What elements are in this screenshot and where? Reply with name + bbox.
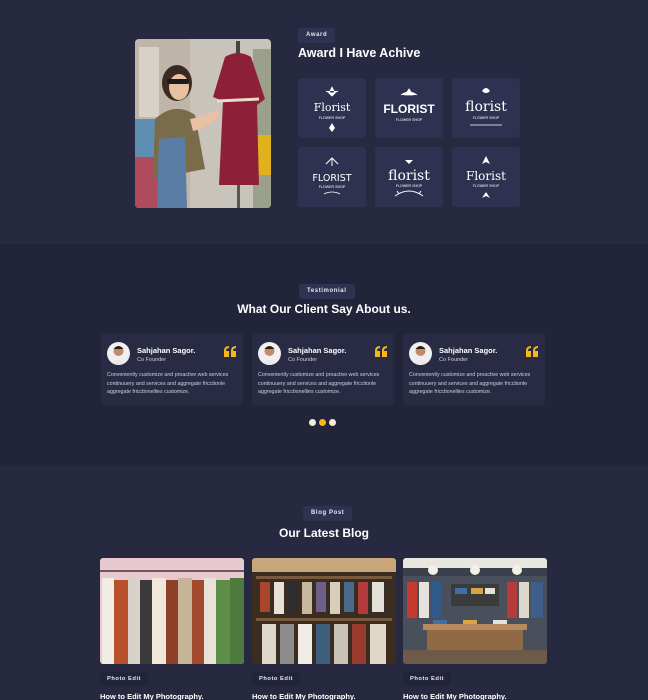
client-name: Sahjahan Sagor. <box>439 346 498 355</box>
blog-post-card[interactable]: Photo Edit How to Edit My Photography. <box>252 558 396 700</box>
blog-post-card[interactable]: Photo Edit How to Edit My Photography. <box>403 558 547 700</box>
client-role: Co Founder <box>288 357 318 363</box>
avatar <box>409 342 432 365</box>
award-tag: Award <box>298 28 336 43</box>
svg-text:FLOWER SHOP: FLOWER SHOP <box>396 184 423 188</box>
blog-tag: Blog Post <box>303 506 353 521</box>
award-section: Award Award I Have Achive Florist FLOWER… <box>0 0 648 244</box>
svg-text:FLOWER SHOP: FLOWER SHOP <box>319 185 346 189</box>
blog-post-image[interactable] <box>252 558 396 664</box>
testimonial-card: Sahjahan Sagor. Co Founder Conveniently … <box>101 333 243 405</box>
blog-section: Blog Post Our Latest Blog Photo Edit How… <box>0 466 648 700</box>
testimonial-card: Sahjahan Sagor. Co Founder Conveniently … <box>403 333 545 405</box>
post-category[interactable]: Photo Edit <box>100 672 148 686</box>
award-title: Award I Have Achive <box>298 46 421 60</box>
blog-title: Our Latest Blog <box>278 526 369 540</box>
svg-text:Florist: Florist <box>466 169 506 183</box>
post-title[interactable]: How to Edit My Photography. <box>100 692 204 700</box>
florist-logo-4: FLORIST FLOWER SHOP <box>298 147 366 207</box>
client-name: Sahjahan Sagor. <box>137 346 196 355</box>
quote-icon <box>375 346 387 357</box>
florist-logo-2: FLORIST FLOWER SHOP <box>375 78 443 138</box>
florist-logo-5: florist FLOWER SHOP <box>375 147 443 207</box>
svg-text:florist: florist <box>465 99 507 115</box>
client-role: Co Founder <box>439 357 469 363</box>
svg-text:florist: florist <box>388 168 430 184</box>
blog-post-image[interactable] <box>100 558 244 664</box>
quote-icon <box>224 346 236 357</box>
testimonial-text: Conveniently customize and proactive web… <box>107 372 229 396</box>
client-name: Sahjahan Sagor. <box>288 346 347 355</box>
client-role: Co Founder <box>137 357 167 363</box>
avatar <box>107 342 130 365</box>
blog-post-image[interactable] <box>403 558 547 664</box>
post-category[interactable]: Photo Edit <box>252 672 300 686</box>
svg-text:FLOWER SHOP: FLOWER SHOP <box>319 116 346 120</box>
carousel-dot-2[interactable] <box>319 419 326 426</box>
avatar <box>258 342 281 365</box>
testimonial-tag: Testimonial <box>299 284 355 299</box>
quote-icon <box>526 346 538 357</box>
testimonial-text: Conveniently customize and proactive web… <box>258 372 380 396</box>
carousel-dot-1[interactable] <box>309 419 316 426</box>
post-title[interactable]: How to Edit My Photography. <box>252 692 356 700</box>
blog-post-card[interactable]: Photo Edit How to Edit My Photography. <box>100 558 244 700</box>
carousel-dot-3[interactable] <box>329 419 336 426</box>
svg-text:Florist: Florist <box>314 101 351 114</box>
svg-text:FLORIST: FLORIST <box>312 173 351 184</box>
florist-logo-6: Florist FLOWER SHOP <box>452 147 520 207</box>
svg-text:FLOWER SHOP: FLOWER SHOP <box>473 184 500 188</box>
svg-text:FLOWER SHOP: FLOWER SHOP <box>473 116 500 120</box>
testimonial-section: Testimonial What Our Client Say About us… <box>0 244 648 466</box>
florist-logo-1: Florist FLOWER SHOP <box>298 78 366 138</box>
testimonial-title: What Our Client Say About us. <box>237 302 411 316</box>
testimonial-card: Sahjahan Sagor. Co Founder Conveniently … <box>252 333 394 405</box>
svg-text:FLOWER SHOP: FLOWER SHOP <box>396 118 423 122</box>
florist-logo-3: florist FLOWER SHOP <box>452 78 520 138</box>
post-category[interactable]: Photo Edit <box>403 672 451 686</box>
testimonial-text: Conveniently customize and proactive web… <box>409 372 531 396</box>
svg-text:FLORIST: FLORIST <box>383 102 435 116</box>
tailor-photo <box>135 39 271 208</box>
post-title[interactable]: How to Edit My Photography. <box>403 692 507 700</box>
